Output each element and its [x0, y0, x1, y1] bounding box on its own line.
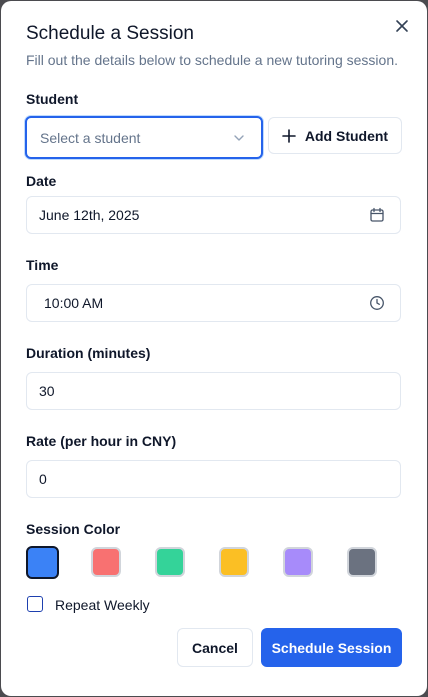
rate-input[interactable]: 0 — [26, 460, 401, 498]
rate-label: Rate (per hour in CNY) — [26, 433, 177, 449]
color-swatch[interactable] — [347, 547, 377, 577]
date-picker[interactable]: June 12th, 2025 — [26, 196, 401, 234]
cancel-button[interactable]: Cancel — [177, 628, 253, 667]
time-value: 10:00 AM — [44, 295, 104, 311]
chevron-down-icon — [234, 135, 244, 141]
student-select-placeholder: Select a student — [40, 129, 141, 146]
add-student-label: Add Student — [304, 127, 389, 144]
color-swatch[interactable] — [26, 546, 59, 579]
calendar-icon — [370, 207, 384, 222]
student-select[interactable]: Select a student — [25, 116, 263, 159]
duration-input[interactable]: 30 — [26, 372, 401, 410]
date-value: June 12th, 2025 — [39, 207, 140, 223]
dialog-description: Fill out the details below to schedule a… — [26, 52, 398, 68]
time-label: Time — [26, 257, 59, 273]
plus-icon — [282, 128, 296, 143]
duration-value: 30 — [39, 383, 55, 399]
repeat-weekly-checkbox[interactable] — [27, 596, 43, 612]
schedule-session-dialog: Schedule a Session Fill out the details … — [1, 1, 427, 696]
schedule-session-button[interactable]: Schedule Session — [261, 628, 402, 667]
close-icon[interactable] — [393, 17, 411, 35]
color-swatch[interactable] — [283, 547, 313, 577]
rate-value: 0 — [39, 471, 47, 487]
time-input[interactable]: 10:00 AM — [26, 284, 401, 322]
duration-label: Duration (minutes) — [26, 345, 151, 361]
dialog-title: Schedule a Session — [26, 23, 194, 44]
color-swatch[interactable] — [91, 547, 121, 577]
add-student-button[interactable]: Add Student — [268, 117, 402, 154]
session-color-label: Session Color — [26, 521, 121, 537]
repeat-weekly-label: Repeat Weekly — [55, 597, 150, 613]
date-label: Date — [26, 173, 57, 189]
clock-icon — [370, 296, 384, 310]
color-swatch[interactable] — [155, 547, 185, 577]
student-label: Student — [26, 91, 79, 107]
color-swatch[interactable] — [219, 547, 249, 577]
